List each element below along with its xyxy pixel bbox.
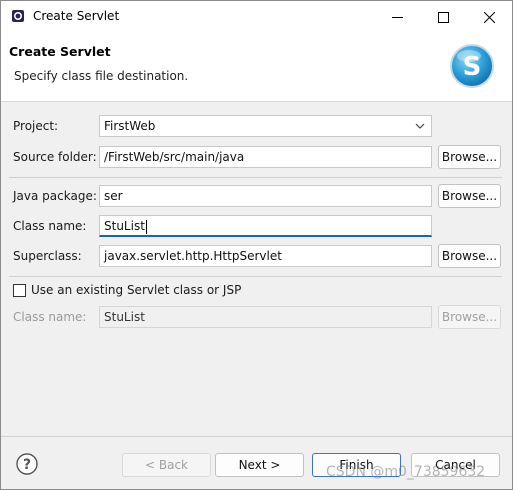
chevron-down-icon bbox=[415, 123, 425, 129]
servlet-logo-icon: S bbox=[450, 44, 494, 88]
source-folder-browse-button[interactable]: Browse... bbox=[438, 145, 501, 169]
svg-text:S: S bbox=[463, 52, 482, 82]
project-value: FirstWeb bbox=[104, 119, 156, 133]
eclipse-icon bbox=[12, 10, 24, 22]
maximize-icon bbox=[437, 11, 449, 23]
minimize-button[interactable] bbox=[374, 1, 420, 33]
existing-class-name-input: StuList bbox=[99, 306, 432, 328]
use-existing-label[interactable]: Use an existing Servlet class or JSP bbox=[31, 283, 241, 297]
wizard-banner: Create Servlet Specify class file destin… bbox=[1, 33, 512, 102]
close-icon bbox=[483, 11, 495, 23]
superclass-label: Superclass: bbox=[13, 249, 82, 263]
close-button[interactable] bbox=[466, 1, 512, 33]
existing-class-name-label: Class name: bbox=[13, 310, 87, 324]
title-bar[interactable]: Create Servlet bbox=[1, 1, 512, 33]
project-label: Project: bbox=[13, 119, 59, 133]
separator-2 bbox=[9, 276, 502, 277]
java-package-label: Java package: bbox=[13, 189, 97, 203]
text-caret bbox=[145, 219, 147, 234]
maximize-button[interactable] bbox=[420, 1, 466, 33]
banner-message: Specify class file destination. bbox=[14, 69, 189, 83]
minimize-icon bbox=[391, 16, 403, 18]
svg-text:?: ? bbox=[23, 457, 31, 473]
superclass-input[interactable]: javax.servlet.http.HttpServlet bbox=[99, 245, 432, 267]
watermark: CSDN @m0_73859632 bbox=[326, 464, 486, 480]
next-button[interactable]: Next > bbox=[215, 453, 304, 477]
source-folder-label: Source folder: bbox=[13, 150, 97, 164]
banner-title: Create Servlet bbox=[9, 44, 111, 59]
help-icon[interactable]: ? bbox=[15, 452, 39, 476]
window-title: Create Servlet bbox=[33, 9, 120, 23]
create-servlet-dialog: Create Servlet Create Servlet Specify cl… bbox=[0, 0, 513, 490]
class-name-input[interactable]: StuList bbox=[99, 215, 432, 237]
class-name-value: StuList bbox=[104, 219, 145, 233]
java-package-browse-button[interactable]: Browse... bbox=[438, 184, 501, 208]
back-button: < Back bbox=[122, 453, 211, 477]
use-existing-checkbox[interactable] bbox=[13, 284, 26, 297]
java-package-input[interactable]: ser bbox=[99, 185, 432, 207]
footer-separator bbox=[1, 436, 512, 437]
source-folder-input[interactable]: /FirstWeb/src/main/java bbox=[99, 146, 432, 168]
existing-class-browse-button: Browse... bbox=[438, 305, 501, 329]
superclass-browse-button[interactable]: Browse... bbox=[438, 244, 501, 268]
class-name-label: Class name: bbox=[13, 219, 87, 233]
separator-1 bbox=[9, 177, 502, 178]
project-combo[interactable]: FirstWeb bbox=[99, 115, 432, 137]
